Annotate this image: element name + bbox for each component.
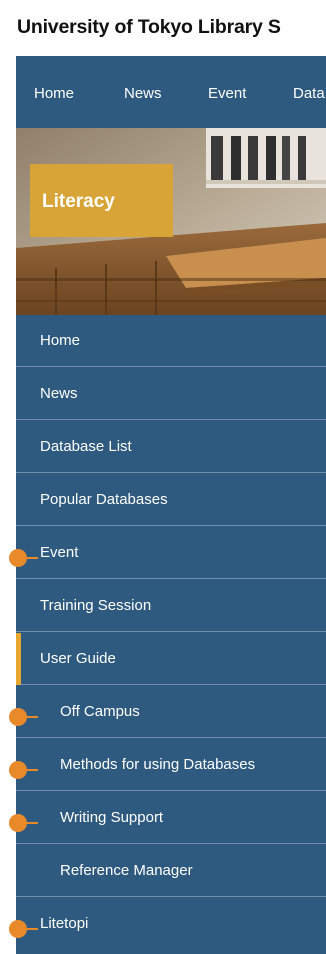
menu-item-label: Event <box>40 544 79 561</box>
callout-connector <box>20 928 38 930</box>
menu-item-user-guide[interactable]: User Guide <box>16 633 326 685</box>
callout-connector <box>20 716 38 718</box>
submenu-item-writing-support[interactable]: Writing Support <box>16 792 326 844</box>
hero-banner: Literacy <box>16 128 326 315</box>
submenu-item-off-campus[interactable]: Off Campus <box>16 686 326 738</box>
menu-item-database-list[interactable]: Database List <box>16 421 326 473</box>
callout-connector <box>20 557 38 559</box>
menu-item-label: Reference Manager <box>60 862 193 879</box>
menu-item-litetopi[interactable]: Litetopi <box>16 898 326 950</box>
top-nav-home[interactable]: Home <box>34 85 74 102</box>
top-nav: Home News Event Data <box>16 56 326 128</box>
site-title[interactable]: University of Tokyo Library S <box>17 16 281 39</box>
menu-item-home[interactable]: Home <box>16 315 326 367</box>
menu-item-label: Popular Databases <box>40 491 168 508</box>
callout-connector <box>20 769 38 771</box>
callout-connector <box>20 822 38 824</box>
submenu-item-methods-for-using-databases[interactable]: Methods for using Databases <box>16 739 326 791</box>
top-nav-news[interactable]: News <box>124 85 162 102</box>
menu-item-label: Off Campus <box>60 703 140 720</box>
menu-item-news[interactable]: News <box>16 368 326 420</box>
menu-item-popular-databases[interactable]: Popular Databases <box>16 474 326 526</box>
menu-item-label: News <box>40 385 78 402</box>
menu-item-training-session[interactable]: Training Session <box>16 580 326 632</box>
menu-item-label: User Guide <box>40 650 116 667</box>
literacy-badge: Literacy <box>30 164 173 237</box>
top-nav-database[interactable]: Data <box>293 85 325 102</box>
top-nav-event[interactable]: Event <box>208 85 246 102</box>
submenu-item-reference-manager[interactable]: Reference Manager <box>16 845 326 897</box>
menu-item-label: Writing Support <box>60 809 164 826</box>
site-header: University of Tokyo Library S <box>0 0 326 56</box>
literacy-label: Literacy <box>42 191 115 212</box>
menu-item-label: Database List <box>40 438 132 455</box>
menu-item-label: Methods for using Databases <box>60 756 256 773</box>
menu-item-event[interactable]: Event <box>16 527 326 579</box>
menu-item-label: Home <box>40 332 81 349</box>
menu-item-label: Training Session <box>40 597 152 614</box>
side-menu: Home News Database List Popular Database… <box>16 315 326 954</box>
menu-item-label: Litetopi <box>40 915 89 932</box>
